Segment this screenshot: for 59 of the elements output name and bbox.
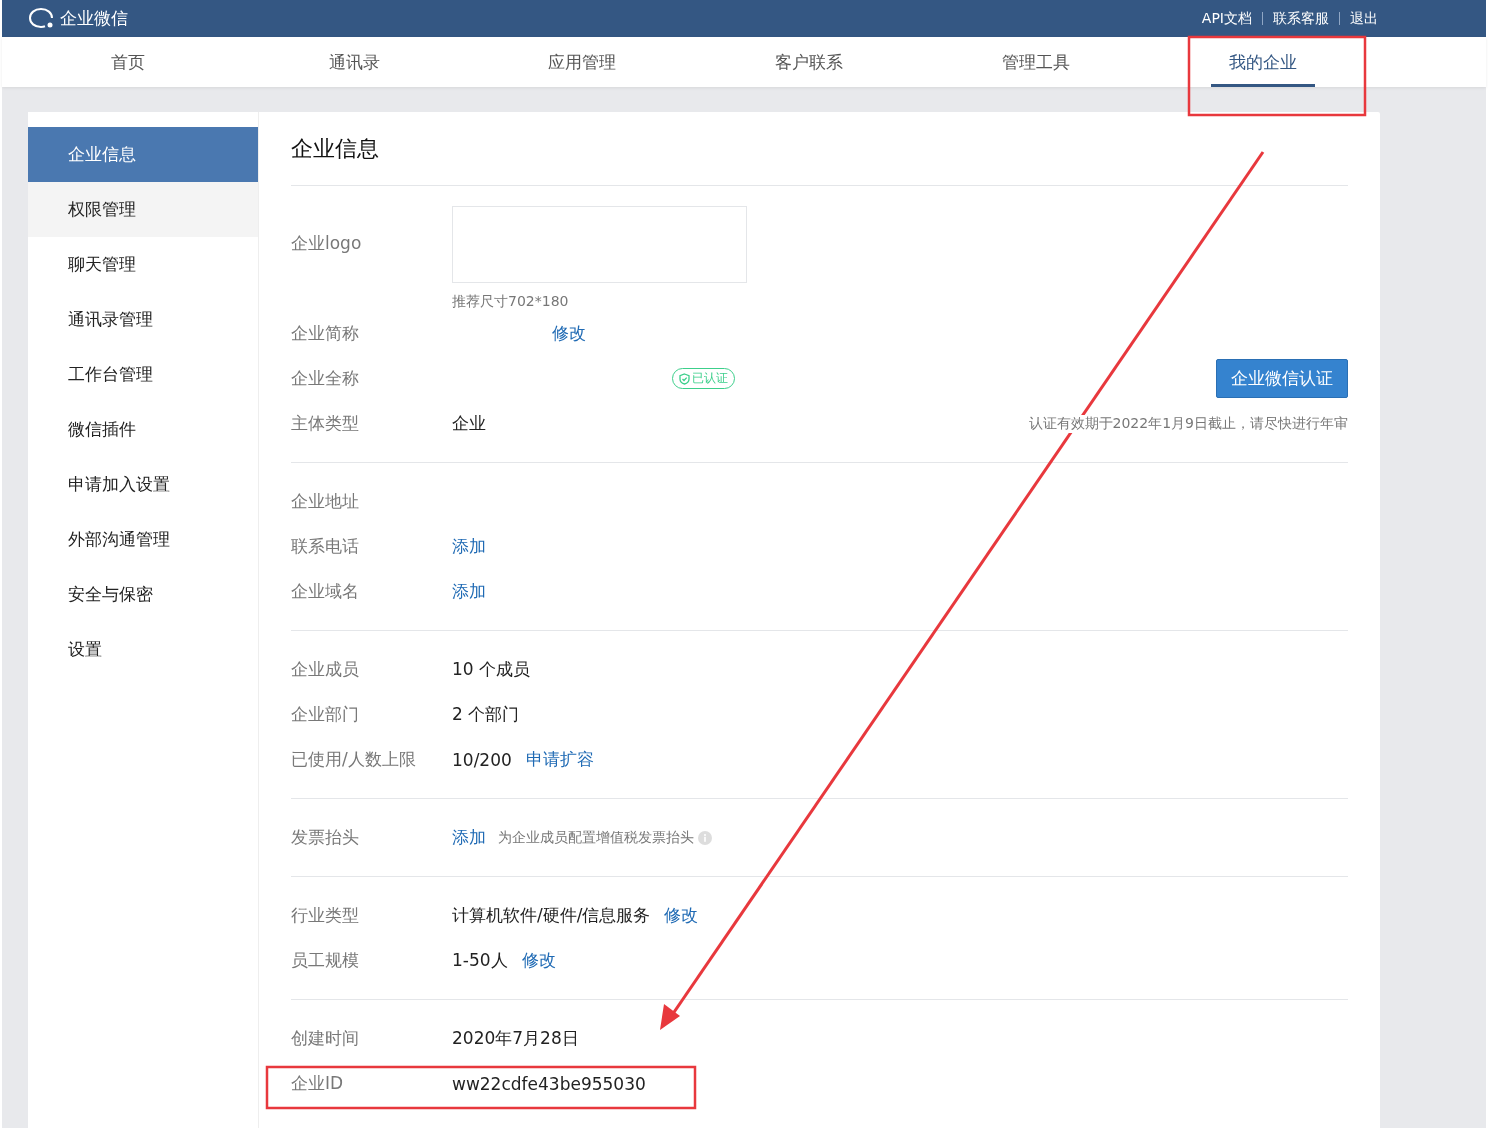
header-link[interactable]: 联系客服 bbox=[1273, 9, 1329, 28]
action-link[interactable]: 添加 bbox=[452, 826, 486, 849]
field-label: 企业地址 bbox=[291, 490, 360, 513]
expiry-notice: 认证有效期于2022年1月9日截止，请尽快进行年审 bbox=[1028, 414, 1348, 433]
action-link[interactable]: 添加 bbox=[452, 580, 486, 603]
nav-tab[interactable]: 通讯录 bbox=[311, 37, 398, 87]
field-label: 企业logo bbox=[291, 232, 363, 255]
action-link[interactable]: 申请扩容 bbox=[525, 748, 594, 771]
nav-tab[interactable]: 应用管理 bbox=[529, 37, 634, 87]
page-title: 企业信息 bbox=[291, 112, 1348, 186]
action-link[interactable]: 修改 bbox=[664, 904, 699, 927]
logo-upload-area[interactable] bbox=[452, 206, 747, 283]
action-link[interactable]: 修改 bbox=[521, 949, 556, 972]
field-label: 联系电话 bbox=[291, 535, 360, 558]
sidebar-item[interactable]: 微信插件 bbox=[28, 402, 258, 457]
field-value: ww22cdfe43be955030 bbox=[452, 1073, 646, 1094]
shield-check-icon bbox=[679, 372, 690, 385]
field-label: 行业类型 bbox=[291, 904, 360, 927]
field-value: 计算机软件/硬件/信息服务 bbox=[452, 904, 651, 927]
brand-name: 企业微信 bbox=[60, 7, 128, 30]
sidebar-item[interactable]: 聊天管理 bbox=[28, 237, 258, 292]
info-icon bbox=[698, 830, 712, 845]
nav-tab[interactable]: 管理工具 bbox=[983, 37, 1088, 87]
field-label: 企业简称 bbox=[291, 322, 360, 345]
sidebar-item[interactable]: 通讯录管理 bbox=[28, 292, 258, 347]
field-value: 1-50人 bbox=[452, 949, 508, 972]
sidebar-item[interactable]: 设置 bbox=[28, 622, 258, 677]
sidebar-item[interactable]: 申请加入设置 bbox=[28, 457, 258, 512]
nav-tab[interactable]: 我的企业 bbox=[1210, 37, 1315, 87]
field-label: 发票抬头 bbox=[291, 826, 360, 849]
field-label: 企业成员 bbox=[291, 658, 360, 681]
sidebar-item[interactable]: 安全与保密 bbox=[28, 567, 258, 622]
header-link[interactable]: API文档 bbox=[1201, 9, 1252, 28]
field-label: 企业域名 bbox=[291, 580, 360, 603]
field-label: 企业全称 bbox=[291, 367, 360, 390]
field-label: 企业ID bbox=[291, 1072, 345, 1095]
field-label: 已使用/人数上限 bbox=[291, 748, 417, 771]
header-link[interactable]: 退出 bbox=[1350, 9, 1378, 28]
chat-bubble-logo-icon bbox=[28, 6, 56, 31]
field-label: 员工规模 bbox=[291, 949, 360, 972]
sidebar-item[interactable]: 外部沟通管理 bbox=[28, 512, 258, 567]
nav-tab[interactable]: 客户联系 bbox=[756, 37, 861, 87]
field-value: 10 个成员 bbox=[452, 658, 531, 681]
hint-text: 为企业成员配置增值税发票抬头 bbox=[498, 828, 694, 847]
field-value: 2 个部门 bbox=[452, 703, 520, 726]
sidebar-item[interactable]: 工作台管理 bbox=[28, 347, 258, 402]
field-value: 2020年7月28日 bbox=[452, 1027, 579, 1050]
field-label: 主体类型 bbox=[291, 412, 360, 435]
sidebar-item[interactable]: 权限管理 bbox=[28, 182, 258, 237]
field-label: 企业部门 bbox=[291, 703, 360, 726]
certify-button[interactable]: 企业微信认证 bbox=[1216, 359, 1348, 398]
field-value: 10/200 bbox=[452, 749, 512, 770]
action-link[interactable]: 添加 bbox=[452, 535, 486, 558]
size-hint: 推荐尺寸702*180 bbox=[452, 293, 570, 311]
nav-tab[interactable]: 首页 bbox=[92, 37, 163, 87]
sidebar-item[interactable]: 企业信息 bbox=[28, 127, 258, 182]
field-value: 企业 bbox=[452, 412, 486, 435]
field-label: 创建时间 bbox=[291, 1027, 360, 1050]
action-link[interactable]: 修改 bbox=[552, 322, 586, 345]
